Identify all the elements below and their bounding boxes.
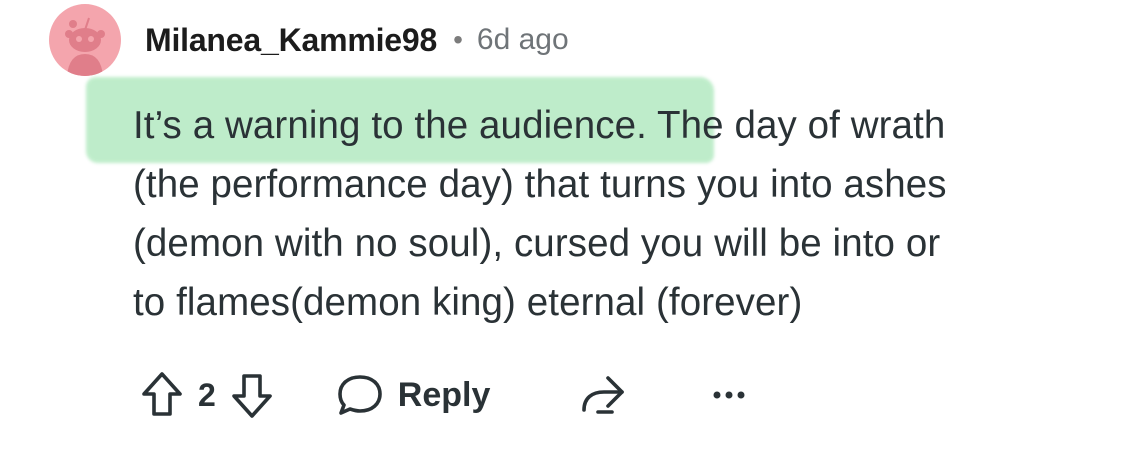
- comment-line: (demon with no soul), cursed you will be…: [133, 222, 941, 265]
- action-bar: 2 Reply: [140, 360, 746, 430]
- arrow-down-icon: [231, 374, 272, 418]
- more-dots-icon: [713, 391, 745, 399]
- comment-line: It’s a warning to the audience. The day …: [133, 96, 1103, 155]
- reply-label: Reply: [397, 375, 491, 414]
- comment-header: Milanea_Kammie98 • 6d ago: [145, 18, 569, 62]
- upvote-button[interactable]: [140, 370, 184, 420]
- arrow-up-icon: [142, 372, 182, 416]
- share-arrow-icon: [582, 376, 625, 414]
- comment-line: to flames(demon king) eternal (forever): [133, 281, 803, 324]
- avatar[interactable]: [49, 4, 121, 76]
- speech-bubble-icon: [337, 375, 382, 415]
- vote-count: 2: [198, 376, 216, 413]
- highlighted-text: It’s a warning to the audience.: [133, 104, 647, 147]
- more-options-button[interactable]: [712, 389, 746, 401]
- reddit-snoo-icon: [65, 17, 105, 76]
- line-text: The day of wrath: [646, 104, 946, 147]
- comment: Milanea_Kammie98 • 6d ago It’s a warning…: [0, 0, 1125, 474]
- share-button[interactable]: [578, 372, 628, 418]
- comment-body: It’s a warning to the audience. The day …: [133, 96, 1103, 332]
- comment-line: (the performance day) that turns you int…: [133, 163, 947, 206]
- reply-button[interactable]: Reply: [336, 371, 491, 419]
- username[interactable]: Milanea_Kammie98: [145, 22, 437, 59]
- timestamp[interactable]: 6d ago: [477, 23, 569, 57]
- separator-dot: •: [453, 24, 463, 55]
- downvote-button[interactable]: [230, 370, 274, 420]
